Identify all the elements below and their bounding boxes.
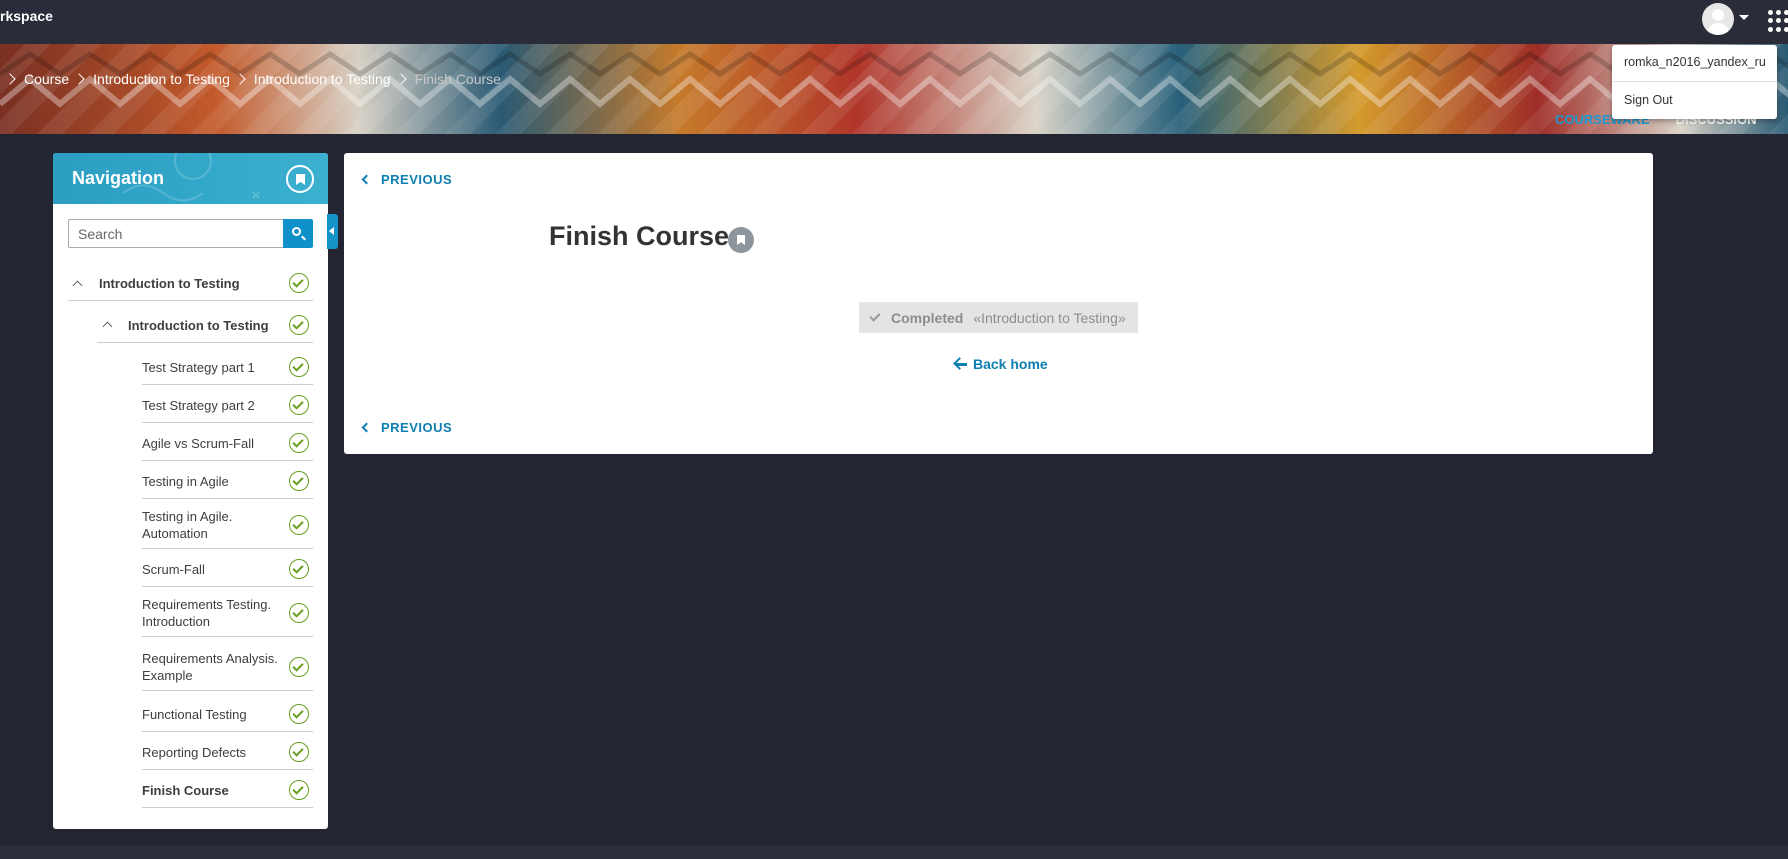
- breadcrumb-course[interactable]: Course: [24, 71, 69, 87]
- chevron-up-icon[interactable]: [102, 321, 113, 332]
- completed-check-icon: [289, 559, 309, 579]
- breadcrumb-subsection[interactable]: Introduction to Testing: [254, 71, 391, 87]
- unit-content: PREVIOUS Finish Course Completed «Introd…: [344, 153, 1653, 454]
- chevron-right-icon: [234, 73, 246, 85]
- completed-check-icon: [289, 704, 309, 724]
- nav-unit-label: Testing in Agile: [142, 474, 229, 489]
- nav-unit-label: Functional Testing: [142, 707, 247, 722]
- completed-check-icon: [289, 657, 309, 677]
- completed-label: Completed: [891, 309, 964, 326]
- breadcrumb: Course Introduction to Testing Introduct…: [0, 69, 501, 89]
- bookmark-icon: [296, 174, 305, 185]
- avatar-body-shape: [1707, 23, 1729, 35]
- search-icon: [292, 227, 301, 236]
- nav-unit[interactable]: Test Strategy part 2: [142, 389, 313, 423]
- completed-check-icon: [289, 273, 309, 293]
- unit-title: Finish Course: [549, 221, 730, 251]
- footer-strip: [0, 845, 1788, 859]
- chevron-left-icon: [361, 422, 372, 433]
- completed-check-icon: [289, 515, 309, 535]
- completed-check-icon: [289, 780, 309, 800]
- nav-unit-label: Requirements Analysis. Example: [142, 651, 278, 683]
- chevron-up-icon[interactable]: [72, 280, 83, 291]
- brand-name[interactable]: rkspace: [0, 8, 53, 24]
- nav-unit[interactable]: Reporting Defects: [142, 736, 313, 770]
- back-home-link[interactable]: Back home: [954, 356, 1048, 372]
- menu-item-sign-out[interactable]: Sign Out: [1624, 93, 1673, 107]
- completed-check-icon: [289, 395, 309, 415]
- completed-check-icon: [289, 433, 309, 453]
- nav-search: [68, 219, 313, 248]
- apps-grid-icon[interactable]: [1768, 10, 1788, 32]
- navigation-title: Navigation: [72, 168, 165, 188]
- collapse-sidebar-button[interactable]: [327, 214, 338, 249]
- nav-unit-label: Agile vs Scrum-Fall: [142, 436, 254, 451]
- top-bar: rkspace: [0, 0, 1788, 44]
- previous-label: PREVIOUS: [381, 172, 453, 187]
- nav-subsection[interactable]: Introduction to Testing: [97, 309, 313, 343]
- nav-unit-label: Test Strategy part 1: [142, 360, 255, 375]
- nav-unit[interactable]: Scrum-Fall: [142, 553, 313, 587]
- nav-unit[interactable]: Requirements Testing. Introduction: [142, 591, 313, 637]
- completed-check-icon: [289, 315, 309, 335]
- nav-subsection-label: Introduction to Testing: [128, 318, 269, 333]
- completed-check-icon: [289, 471, 309, 491]
- previous-label: PREVIOUS: [381, 420, 453, 435]
- bookmark-icon: [737, 235, 745, 245]
- chevron-right-icon: [4, 73, 16, 85]
- chevron-right-icon: [73, 73, 85, 85]
- nav-section[interactable]: Introduction to Testing: [68, 267, 313, 301]
- completed-status-badge: Completed «Introduction to Testing»: [859, 302, 1138, 333]
- nav-unit-label: Requirements Testing. Introduction: [142, 597, 272, 629]
- menu-item-username[interactable]: romka_n2016_yandex_ru: [1624, 55, 1766, 69]
- caret-down-icon[interactable]: [1739, 15, 1749, 20]
- completed-course-name: «Introduction to Testing»: [973, 309, 1126, 326]
- banner-pattern: [0, 50, 1788, 108]
- check-icon: [869, 310, 881, 322]
- completed-check-icon: [289, 603, 309, 623]
- nav-unit[interactable]: Functional Testing: [142, 698, 313, 732]
- nav-unit-label: Finish Course: [142, 783, 229, 798]
- completed-check-icon: [289, 742, 309, 762]
- nav-unit-label: Testing in Agile. Automation: [142, 509, 233, 541]
- nav-unit-label: Test Strategy part 2: [142, 398, 255, 413]
- arrow-left-icon: [954, 358, 967, 370]
- nav-unit[interactable]: Requirements Analysis. Example: [142, 645, 313, 691]
- nav-unit-current[interactable]: Finish Course: [142, 774, 313, 808]
- chevron-left-icon: [361, 174, 372, 185]
- back-home-label: Back home: [973, 356, 1048, 372]
- chevron-right-icon: [394, 73, 407, 85]
- nav-unit-label: Scrum-Fall: [142, 562, 205, 577]
- search-input[interactable]: [68, 219, 284, 248]
- nav-unit[interactable]: Agile vs Scrum-Fall: [142, 427, 313, 461]
- user-dropdown-menu: romka_n2016_yandex_ru Sign Out: [1612, 45, 1777, 119]
- search-button[interactable]: [283, 219, 313, 248]
- course-navigation-sidebar: Navigation Introduction to Testing Intro…: [53, 153, 328, 829]
- avatar-head-shape: [1712, 9, 1724, 21]
- user-avatar[interactable]: [1702, 3, 1734, 35]
- nav-unit[interactable]: Testing in Agile. Automation: [142, 503, 313, 549]
- previous-button-top[interactable]: PREVIOUS: [360, 172, 452, 187]
- navigation-header: Navigation: [53, 153, 328, 204]
- breadcrumb-section[interactable]: Introduction to Testing: [93, 71, 230, 87]
- nav-unit[interactable]: Testing in Agile: [142, 465, 313, 499]
- menu-divider: [1612, 81, 1777, 82]
- completed-check-icon: [289, 357, 309, 377]
- bookmarks-button[interactable]: [286, 165, 314, 193]
- nav-unit-label: Reporting Defects: [142, 745, 247, 760]
- bookmark-unit-button[interactable]: [728, 227, 754, 253]
- nav-section-label: Introduction to Testing: [99, 276, 240, 291]
- breadcrumb-current: Finish Course: [414, 71, 501, 87]
- nav-unit[interactable]: Test Strategy part 1: [142, 351, 313, 385]
- previous-button-bottom[interactable]: PREVIOUS: [360, 420, 452, 435]
